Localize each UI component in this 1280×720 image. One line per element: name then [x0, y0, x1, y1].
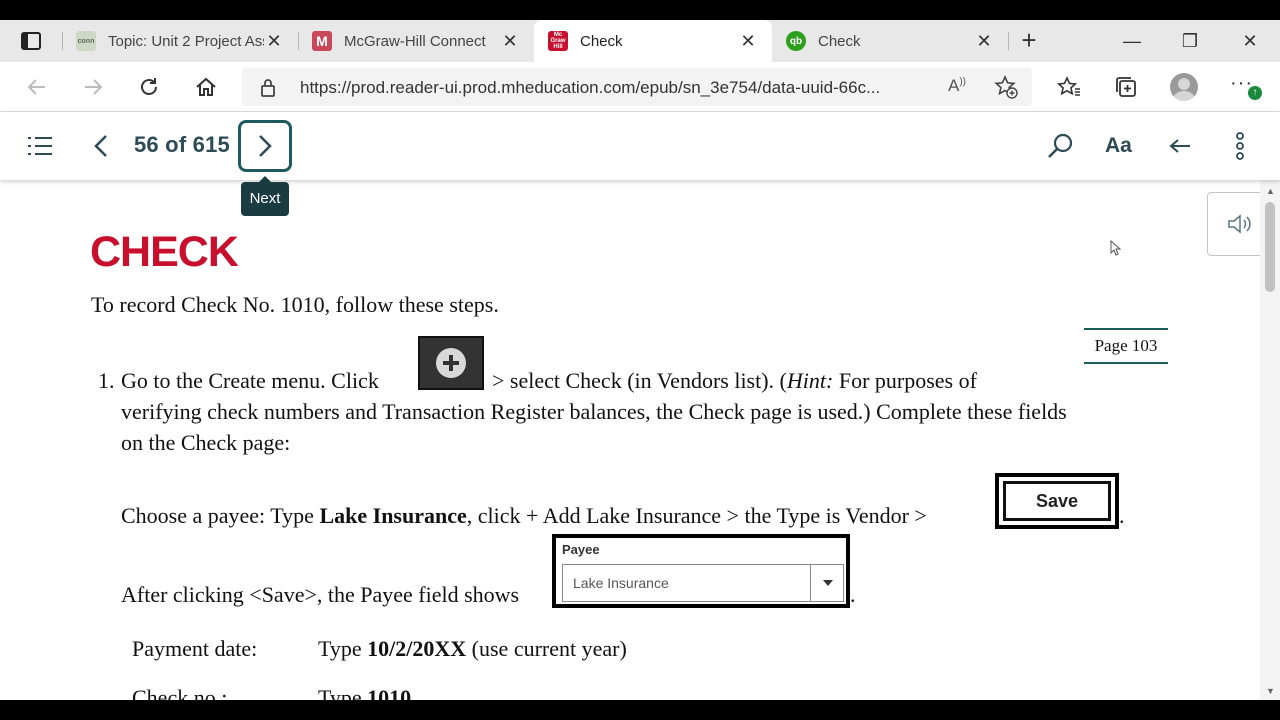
- payee-instruction: Choose a payee: Type Lake Insurance, cli…: [121, 503, 927, 528]
- dropdown-caret-icon: [823, 580, 833, 586]
- address-bar[interactable]: https://prod.reader-ui.prod.mheducation.…: [242, 68, 1032, 106]
- field-label-payment-date: Payment date:: [132, 636, 258, 661]
- screen-bottom-border: [0, 700, 1280, 720]
- next-page-button[interactable]: [238, 120, 292, 172]
- quickbooks-favicon-icon: qb: [786, 31, 806, 51]
- close-window-icon[interactable]: ✕: [1230, 26, 1270, 56]
- step1-text-b: > select Check (in Vendors list). (Hint:…: [492, 368, 977, 393]
- field-value-check-no: Type 1010: [318, 685, 412, 700]
- step1-line2: verifying check numbers and Transaction …: [121, 399, 1067, 424]
- after-save-end: .: [850, 582, 856, 607]
- payee-field-image: Payee Lake Insurance: [552, 534, 850, 608]
- mcgraw-hill-favicon-icon: M: [312, 31, 332, 51]
- screen-top-border: [0, 0, 1280, 20]
- connect-favicon-icon: conn: [76, 31, 96, 51]
- tab-actions-icon: [21, 32, 41, 50]
- page-marker: Page 103: [1084, 328, 1168, 364]
- new-tab-plus-icon[interactable]: +: [1014, 26, 1044, 56]
- search-icon[interactable]: [1043, 129, 1077, 163]
- restore-window-icon[interactable]: ❐: [1170, 26, 1210, 56]
- font-settings-button[interactable]: Aa: [1105, 134, 1132, 158]
- tab-topic-unit2[interactable]: conn Topic: Unit 2 Project Assignment ✕: [62, 20, 298, 62]
- reader-toolbar: 56 of 615 Aa: [0, 112, 1280, 180]
- return-arrow-icon[interactable]: [1163, 129, 1197, 163]
- step-number: 1.: [98, 368, 115, 393]
- content-scrollbar[interactable]: ▲ ▼: [1260, 180, 1280, 700]
- lock-icon[interactable]: [260, 78, 276, 103]
- back-arrow-icon[interactable]: [20, 70, 54, 104]
- tab-title: Check: [818, 32, 861, 50]
- tab-title: Check: [580, 32, 623, 50]
- payee-image-field: Lake Insurance: [562, 564, 844, 602]
- speaker-icon: [1228, 214, 1251, 234]
- update-badge-icon: ↑: [1248, 86, 1262, 100]
- save-button-image-label: Save: [1003, 481, 1111, 521]
- table-of-contents-icon[interactable]: [23, 129, 57, 163]
- payee-image-value: Lake Insurance: [573, 575, 669, 591]
- tab-title: Topic: Unit 2 Project Assignment: [108, 32, 264, 50]
- section-heading: CHECK: [90, 228, 239, 276]
- scroll-up-arrow-icon[interactable]: ▲: [1266, 186, 1275, 196]
- mouse-cursor-icon: [1110, 240, 1122, 256]
- add-favorite-icon[interactable]: [994, 75, 1018, 104]
- payee-image-label: Payee: [562, 542, 600, 557]
- browser-tab-strip: conn Topic: Unit 2 Project Assignment ✕ …: [0, 20, 1280, 62]
- close-tab-icon[interactable]: ✕: [738, 31, 758, 52]
- favorites-icon[interactable]: [1054, 72, 1084, 102]
- dropdown-separator: [810, 565, 811, 601]
- profile-avatar[interactable]: [1170, 73, 1198, 101]
- tab-check-quickbooks[interactable]: qb Check ✕: [772, 20, 1008, 62]
- more-options-vertical-icon[interactable]: [1223, 129, 1257, 163]
- read-aloud-icon[interactable]: A)): [948, 76, 966, 96]
- chevron-right-icon: [259, 135, 272, 157]
- reader-content: CHECK To record Check No. 1010, follow t…: [0, 180, 1280, 700]
- next-tooltip: Next: [241, 176, 289, 216]
- refresh-icon[interactable]: [132, 70, 166, 104]
- tab-check-active[interactable]: Mc Graw Hill Check ✕: [534, 20, 772, 62]
- scroll-down-arrow-icon[interactable]: ▼: [1266, 686, 1275, 696]
- intro-text: To record Check No. 1010, follow these s…: [91, 292, 499, 317]
- collections-icon[interactable]: [1111, 72, 1141, 102]
- save-button-image: Save: [995, 473, 1119, 529]
- payee-instruction-end: .: [1119, 503, 1125, 528]
- minimize-window-icon[interactable]: —: [1112, 26, 1152, 56]
- step1-text-a: Go to the Create menu. Click: [121, 368, 379, 393]
- close-tab-icon[interactable]: ✕: [974, 31, 994, 52]
- mcgraw-hill-education-favicon-icon: Mc Graw Hill: [548, 31, 568, 51]
- tab-actions-menu-button[interactable]: [12, 28, 50, 54]
- scrollbar-thumb[interactable]: [1265, 202, 1275, 292]
- close-tab-icon[interactable]: ✕: [500, 31, 520, 52]
- plus-circle-icon: [436, 348, 466, 378]
- url-text[interactable]: https://prod.reader-ui.prod.mheducation.…: [300, 78, 930, 98]
- forward-arrow-icon[interactable]: [76, 70, 110, 104]
- create-plus-button-image: [418, 336, 484, 390]
- home-icon[interactable]: [189, 70, 223, 104]
- field-label-check-no: Check no.:: [132, 685, 228, 700]
- browser-toolbar: https://prod.reader-ui.prod.mheducation.…: [0, 62, 1280, 112]
- close-tab-icon[interactable]: ✕: [264, 31, 284, 52]
- tab-title: McGraw-Hill Connect: [344, 32, 486, 50]
- page-counter: 56 of 615: [134, 132, 230, 157]
- previous-page-icon[interactable]: [84, 129, 118, 163]
- step1-line3: on the Check page:: [121, 430, 291, 455]
- tab-separator: [1008, 32, 1009, 50]
- tab-mcgraw-hill-connect[interactable]: M McGraw-Hill Connect ✕: [298, 20, 534, 62]
- after-save-text: After clicking <Save>, the Payee field s…: [121, 582, 520, 607]
- field-value-payment-date: Type 10/2/20XX (use current year): [318, 636, 627, 661]
